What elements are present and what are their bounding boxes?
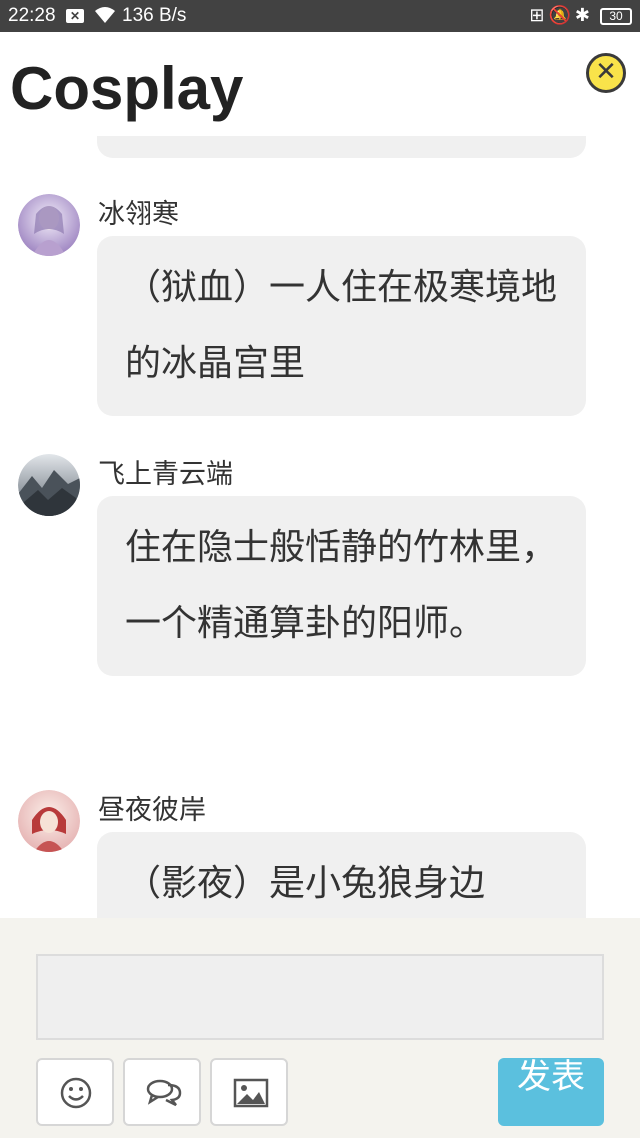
message-bubble: （狱血）一人住在极寒境地的冰晶宫里 [97,236,586,416]
sender-name: 昼夜彼岸 [98,795,206,826]
bluetooth-icon: ✱ [574,5,594,25]
close-button[interactable]: ✕ [586,53,626,93]
alarm-icon: 🔕 [548,5,575,25]
network-speed: 136 B/s [122,5,187,26]
page-title: Cosplay [10,55,244,122]
chat-bubbles-icon [146,1079,182,1107]
status-bar: 22:28 ✕ 136 B/s ⊞🔕✱ 30 [0,0,640,32]
sender-name: 飞上青云端 [98,459,233,490]
game-icon: ⊞ [529,5,549,25]
composer: 发表 [0,918,640,1138]
comment-button[interactable] [123,1058,201,1126]
send-button[interactable]: 发表 [498,1058,604,1126]
wifi-icon [94,6,116,30]
image-button[interactable] [210,1058,288,1126]
message-input[interactable] [36,954,604,1040]
header: Cosplay ✕ [0,32,640,136]
emoji-button[interactable] [36,1058,114,1126]
battery-indicator: 30 [600,8,632,25]
sender-name: 冰翎寒 [98,199,179,230]
image-icon [233,1078,269,1108]
message-bubble-partial [97,136,586,158]
smiley-icon [60,1077,92,1109]
avatar[interactable] [18,194,80,256]
status-time: 22:28 [8,5,56,26]
avatar[interactable] [18,790,80,852]
message-list[interactable]: 冰翎寒 （狱血）一人住在极寒境地的冰晶宫里 飞上青云端 住在隐士般恬静的竹林里，… [0,136,640,918]
message-bubble: （影夜）是小兔狼身边 [97,832,586,918]
message-bubble: 住在隐士般恬静的竹林里，一个精通算卦的阳师。 [97,496,586,676]
status-icons: ⊞🔕✱ [529,5,594,26]
notification-icon: ✕ [66,9,84,23]
avatar[interactable] [18,454,80,516]
close-icon: ✕ [595,57,617,87]
